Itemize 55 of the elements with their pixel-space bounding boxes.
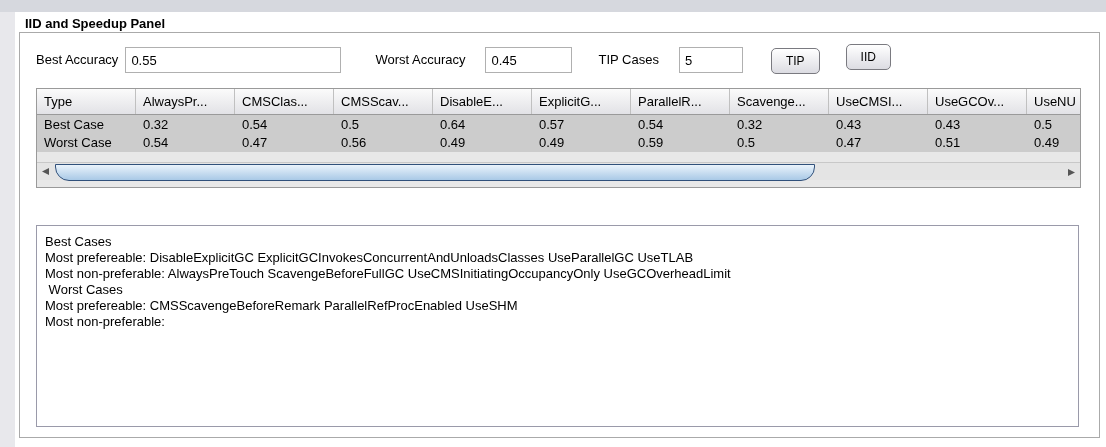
column-header[interactable]: ExplicitG... (532, 89, 631, 114)
input-field[interactable]: 0.45 (485, 47, 573, 73)
table-row[interactable]: Worst Case 0.54 0.47 0.56 0.49 0.49 0.59 0.5 0.47 0.51 0.49 (37, 134, 1080, 152)
table-row[interactable]: Best Case 0.32 0.54 0.5 0.64 0.57 0.54 0.32 0.43 0.43 0.5 (37, 115, 1080, 134)
table-cell-text: 0.5 (1033, 116, 1054, 134)
column-header[interactable]: DisableE... (433, 89, 532, 114)
action-button[interactable]: TIP (770, 48, 820, 74)
table-cell-text: 0.64 (439, 116, 467, 134)
table-cell-text: 0.49 (1033, 134, 1061, 152)
column-header[interactable]: UseCMSI... (829, 89, 928, 114)
table-cell-text: 0.5 (340, 116, 361, 134)
table-cell-text: 0.43 (835, 116, 863, 134)
column-header[interactable]: CMSScav... (334, 89, 433, 114)
input-field[interactable]: 0.55 (125, 47, 342, 73)
column-header[interactable]: UseGCOv... (928, 89, 1027, 114)
table-cell-text: 0.54 (142, 134, 170, 152)
field-label: TIP Cases (598, 51, 659, 70)
scroll-thumb[interactable] (55, 164, 815, 181)
panel-title: IID and Speedup Panel (25, 15, 167, 32)
table-cell-text: 0.32 (736, 116, 764, 134)
table-cell-text: 0.32 (142, 116, 170, 134)
table-cell-text: 0.51 (934, 134, 962, 152)
column-header[interactable]: CMSClas... (235, 89, 334, 114)
table-cell-text: 0.57 (538, 116, 566, 134)
table-cell-text: 0.47 (835, 134, 863, 152)
table-cell-text: Best Case (43, 116, 105, 134)
table-cell-text: 0.54 (241, 116, 269, 134)
column-header[interactable]: Scavenge... (730, 89, 829, 114)
column-header[interactable]: UseNU (1027, 89, 1080, 114)
table-cell-text: 0.54 (637, 116, 665, 134)
output-line: Most prefereable: CMSScavengeBeforeRemark ParallelRefProcEnabled UseSHM (45, 298, 518, 314)
scroll-right-icon[interactable] (1068, 169, 1075, 176)
output-line: Worst Cases (47, 282, 123, 298)
field-label: Best Accuracy (36, 51, 119, 70)
table-cell-text: 0.49 (538, 134, 566, 152)
output-line: Most non-preferable: AlwaysPreTouch ScavengeBeforeFullGC UseCMSInitiatingOccupancyOnly UseGCOverheadLimit (45, 266, 731, 282)
output-line: Best Cases (45, 234, 112, 250)
output-line: Most prefereable: DisableExplicitGC ExplicitGCInvokesConcurrentAndUnloadsClasses UseParallelGC UseTLAB (45, 250, 694, 266)
column-header[interactable]: Type (37, 89, 136, 114)
column-header[interactable]: AlwaysPr... (136, 89, 235, 114)
field-label: Worst Accuracy (375, 51, 466, 70)
table-cell-text: 0.47 (241, 134, 269, 152)
table-cell-text: 0.56 (340, 134, 368, 152)
column-header[interactable]: ParallelR... (631, 89, 730, 114)
horizontal-scrollbar[interactable] (37, 162, 1080, 180)
input-field[interactable]: 5 (678, 47, 743, 73)
table-cell-text: 0.5 (736, 134, 757, 152)
table-cell-text: 0.49 (439, 134, 467, 152)
table-cell-text: 0.43 (934, 116, 962, 134)
table-cell-text: Worst Case (43, 134, 113, 152)
table-cell-text: 0.59 (637, 134, 665, 152)
output-text-area[interactable] (36, 225, 1079, 427)
action-button[interactable]: IID (845, 44, 891, 70)
output-line: Most non-preferable: (45, 314, 165, 330)
scroll-left-icon[interactable] (42, 168, 49, 175)
